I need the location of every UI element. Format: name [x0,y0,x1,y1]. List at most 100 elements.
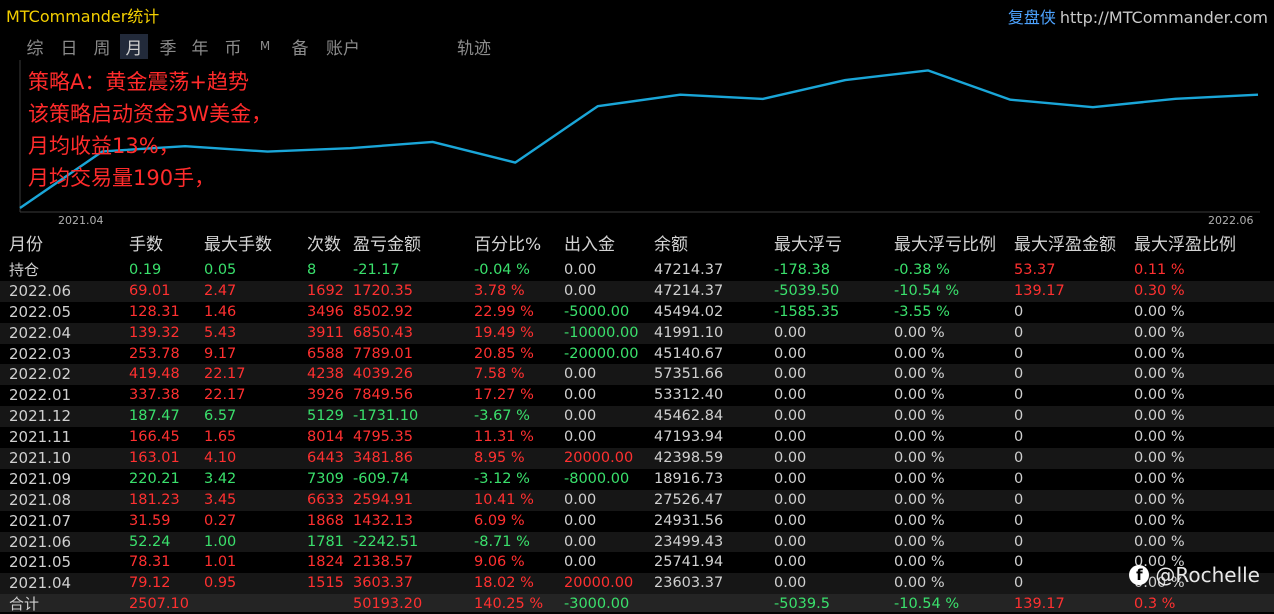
column-header[interactable]: 余额 [654,235,688,255]
cell-max-float-loss-pct: 0.00 % [894,554,945,571]
cell-flow: 0.00 [564,366,597,383]
cell-lots: 337.38 [129,387,180,404]
table-row[interactable]: 2021.11 166.45 1.65 8014 4795.35 11.31 % 0.00 4… [0,427,1274,448]
cell-flow: 0.00 [564,554,597,571]
table-row[interactable]: 2021.07 31.59 0.27 1868 1432.13 6.09 % 0.00 249… [0,511,1274,532]
cell-max-float-profit: 0 [1014,429,1024,446]
brand-url[interactable]: http://MTCommander.com [1060,8,1268,27]
cell-count: 6443 [307,450,344,467]
cell-month: 2021.06 [9,532,72,551]
cell-max-float-profit: 139.17 [1014,596,1065,613]
table-row[interactable]: 持仓 0.19 0.05 8 -21.17 -0.04 % 0.00 47214.37 -178… [0,260,1274,281]
table-row[interactable]: 2022.02 419.48 22.17 4238 4039.26 7.58 % 0.00 5… [0,364,1274,386]
cell-count: 5129 [307,408,344,425]
cell-max-float-loss: 0.00 [774,450,807,467]
cell-pct: -8.71 % [474,533,530,550]
strategy-note-line: 月均收益13%， [28,134,180,158]
monthly-stats-table: 月份 手数 最大手数 次数 盈亏金额 百分比% 出入金 余额 最大浮亏 最大浮亏比例 最大浮盈金额最… [0,234,1274,614]
cell-pnl: 2138.57 [353,554,413,571]
column-header[interactable]: 出入金 [564,235,615,255]
cell-pct: -0.04 % [474,262,530,278]
cell-max-float-profit: 0 [1014,533,1024,550]
cell-pct: 10.41 % [474,491,534,508]
cell-max-float-loss: 0.00 [774,366,807,383]
column-header[interactable]: 最大浮盈金额 [1014,235,1116,255]
cell-flow: -5000.00 [564,303,630,320]
table-row[interactable]: 2022.04 139.32 5.43 3911 6850.43 19.49 % -1000… [0,322,1274,344]
column-header[interactable]: 最大浮盈比例 [1134,235,1236,255]
tab-0[interactable]: 综 [22,34,48,59]
cell-max-lots: 1.00 [204,533,237,550]
tab-10[interactable]: 轨迹 [454,34,494,59]
cell-max-lots: 3.45 [204,491,237,508]
table-row[interactable]: 2021.08 181.23 3.45 6633 2594.91 10.41 % 0.00 2… [0,489,1274,511]
cell-max-float-loss: 0.00 [774,408,807,425]
tab-4[interactable]: 季 [155,34,181,59]
cell-pct: -3.67 % [474,408,530,425]
cell-pct: 20.85 % [474,345,534,362]
cell-max-lots: 0.05 [204,262,237,278]
cell-count: 3926 [307,387,344,404]
column-header[interactable]: 最大浮亏 [774,235,842,255]
cell-lots: 31.59 [129,512,171,529]
column-header[interactable]: 月份 [9,235,43,255]
total-row[interactable]: 合计 2507.10 50193.20 140.25 % -3000.00 -5039.5… [0,594,1274,614]
cell-pct: -3.12 % [474,470,530,487]
cell-month: 合计 [9,595,40,614]
cell-max-float-profit: 0 [1014,366,1024,383]
table-row[interactable]: 2022.05 128.31 1.46 3496 8502.92 22.99 % -5000… [0,302,1274,323]
cell-max-float-profit-pct: 0.11 % [1134,262,1185,278]
table-row[interactable]: 2021.09 220.21 3.42 7309 -609.74 -3.12 % -8000… [0,469,1274,490]
table-row[interactable]: 2022.06 69.01 2.47 1692 1720.35 3.78 % 0.00 472… [0,280,1274,302]
cell-lots: 419.48 [129,366,180,383]
cell-max-lots: 1.46 [204,303,237,320]
table-row[interactable]: 2021.06 52.24 1.00 1781 -2242.51 -8.71 % 0.00 2… [0,531,1274,553]
watermark-text: @Rochelle [1155,563,1260,587]
cell-month: 2022.04 [9,323,72,342]
cell-count: 3496 [307,303,344,320]
column-header[interactable]: 最大手数 [204,235,272,255]
tab-7[interactable]: M [256,39,274,53]
cell-count: 1692 [307,282,344,299]
cell-month: 持仓 [9,261,40,279]
column-header[interactable]: 盈亏金额 [353,235,421,255]
cell-month: 2022.02 [9,365,72,384]
cell-max-float-profit: 0 [1014,345,1024,362]
cell-lots: 166.45 [129,429,180,446]
period-tabs: 综日周月季年币 M 备账户 轨迹 [0,32,494,60]
cell-max-float-profit-pct: 0.00 % [1134,408,1185,425]
cell-max-float-loss: 0.00 [774,387,807,404]
tab-3[interactable]: 月 [120,33,148,59]
cell-flow: 20000.00 [564,575,634,592]
cell-count: 8014 [307,429,344,446]
column-header[interactable]: 最大浮亏比例 [894,235,996,255]
tab-2[interactable]: 周 [89,34,115,59]
tab-8[interactable]: 备 [287,34,313,59]
column-header[interactable]: 次数 [307,235,341,255]
cell-pct: 22.99 % [474,303,534,320]
tab-5[interactable]: 年 [187,34,213,59]
cell-balance: 47193.94 [654,429,724,446]
brand[interactable]: 复盘侠 http://MTCommander.com [1008,4,1268,28]
cell-max-lots: 9.17 [204,345,237,362]
cell-max-lots: 22.17 [204,387,246,404]
cell-max-float-profit: 0 [1014,324,1024,341]
cell-month: 2021.05 [9,553,72,572]
table-row[interactable]: 2022.03 253.78 9.17 6588 7789.01 20.85 % -2000… [0,344,1274,365]
tab-9[interactable]: 账户 [323,34,363,59]
cell-max-float-profit-pct: 0.00 % [1134,470,1185,487]
tab-6[interactable]: 币 [220,34,246,59]
table-row[interactable]: 2021.05 78.31 1.01 1824 2138.57 9.06 % 0.00 257… [0,552,1274,573]
table-row[interactable]: 2021.04 79.12 0.95 1515 3603.37 18.02 % 20000.… [0,573,1274,595]
column-header[interactable]: 百分比% [474,235,541,255]
cell-pct: 7.58 % [474,366,525,383]
cell-pnl: -2242.51 [353,533,419,550]
table-row[interactable]: 2021.12 187.47 6.57 5129 -1731.10 -3.67 % 0.00… [0,406,1274,428]
table-row[interactable]: 2022.01 337.38 22.17 3926 7849.56 17.27 % 0.00… [0,385,1274,406]
cell-max-float-profit-pct: 0.00 % [1134,533,1185,550]
table-row[interactable]: 2021.10 163.01 4.10 6443 3481.86 8.95 % 20000.… [0,448,1274,469]
cell-count: 1868 [307,512,344,529]
tab-1[interactable]: 日 [56,34,82,59]
column-header[interactable]: 手数 [129,235,163,255]
cell-max-float-loss: -1585.35 [774,303,840,320]
